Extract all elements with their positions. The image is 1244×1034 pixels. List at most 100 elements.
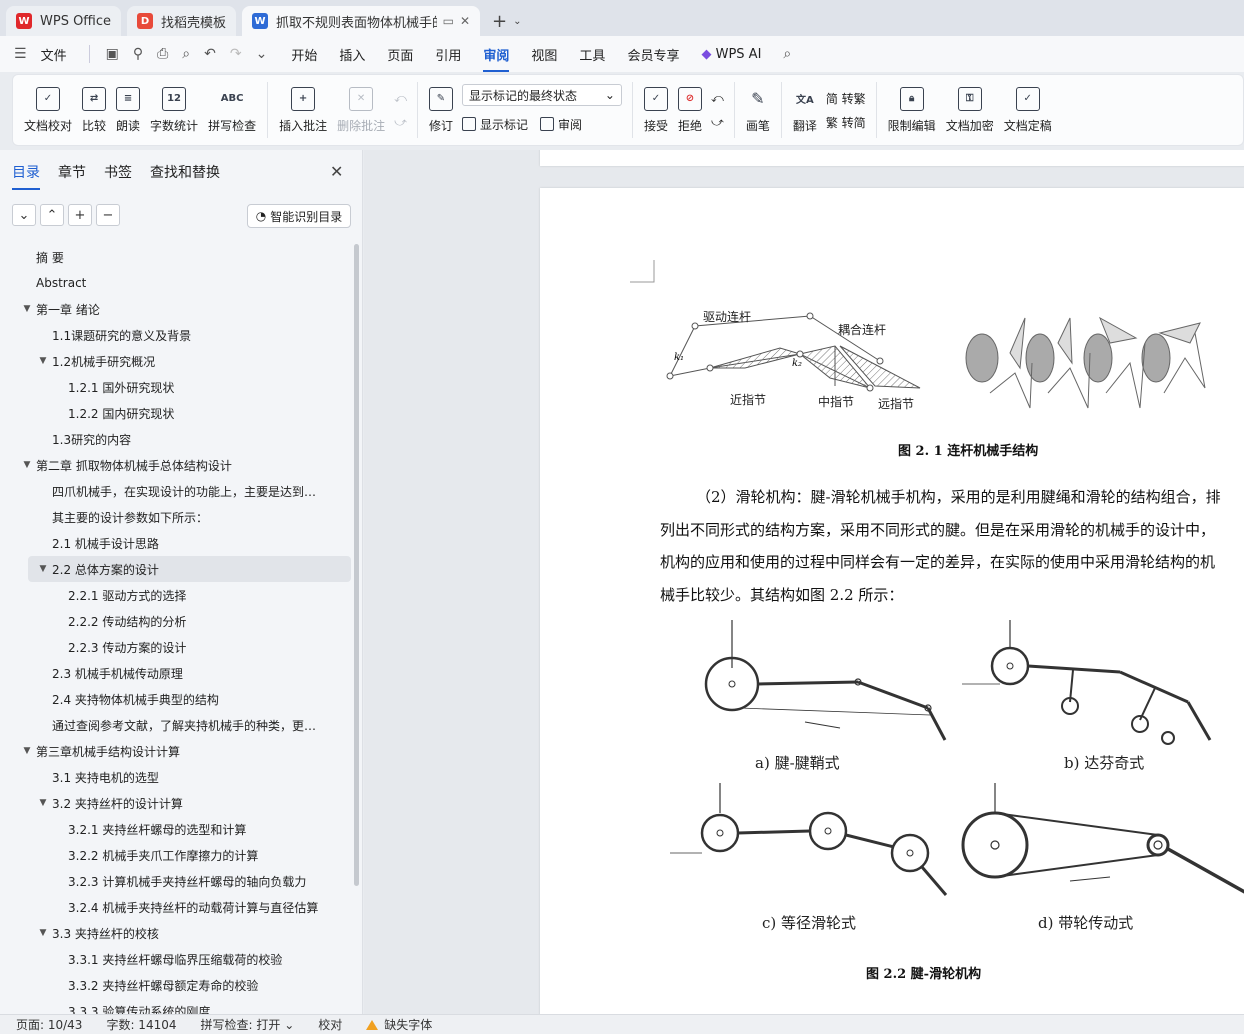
expand-arrow-icon[interactable]: ▼ <box>36 798 50 808</box>
toc-item[interactable]: ▼ 1.2机械手研究概况 <box>0 348 352 374</box>
window-icon[interactable]: ▭ <box>443 14 454 28</box>
toc-item[interactable]: 四爪机械手，在实现设计的功能上，主要是达到夹持... <box>0 478 352 504</box>
toc-item[interactable]: 2.4 夹持物体机械手典型的结构 <box>0 686 352 712</box>
toc-item[interactable]: 3.3.3 验算传动系统的刚度 <box>0 998 352 1015</box>
delete-comment-button[interactable]: ✕ 删除批注 <box>337 80 385 140</box>
share-icon[interactable]: ⚲ <box>133 46 143 62</box>
proofread-button[interactable]: ✓ 文档校对 <box>24 80 72 140</box>
new-tab-button[interactable]: + ⌄ <box>486 6 527 36</box>
page-indicator[interactable]: 页面: 10/43 <box>16 1016 82 1033</box>
insert-comment-button[interactable]: + 插入批注 <box>279 80 327 140</box>
toc-item[interactable]: ▼ 2.2 总体方案的设计 <box>28 556 351 582</box>
menu-wps-ai[interactable]: ◆ WPS AI <box>701 47 761 62</box>
toc-item[interactable]: 2.1 机械手设计思路 <box>0 530 352 556</box>
next-comment-button[interactable]: ⤻ <box>394 110 407 134</box>
more-chevron-icon[interactable]: ⌄ <box>256 46 268 62</box>
toc-item[interactable]: 3.3.1 夹持丝杆螺母临界压缩载荷的校验 <box>0 946 352 972</box>
spell-check-button[interactable]: ABC 拼写检查 <box>208 80 256 140</box>
menu-tools[interactable]: 工具 <box>579 45 605 64</box>
markup-mode-select[interactable]: 显示标记的最终状态 ⌄ <box>461 84 622 106</box>
toc-item[interactable]: 1.2.1 国外研究现状 <box>0 374 352 400</box>
redo-icon[interactable]: ↷ <box>230 46 242 62</box>
toc-item[interactable]: 3.2.3 计算机械手夹持丝杆螺母的轴向负载力 <box>0 868 352 894</box>
toc-item[interactable]: 摘 要 <box>0 244 352 270</box>
menu-hamburger-icon[interactable]: ☰ <box>14 46 27 62</box>
expand-arrow-icon[interactable]: ▼ <box>20 304 34 314</box>
expand-arrow-icon[interactable]: ▼ <box>36 564 50 574</box>
toc-item[interactable]: 3.1 夹持电机的选型 <box>0 764 352 790</box>
toc-item[interactable]: Abstract <box>0 270 352 296</box>
add-heading-icon[interactable]: + <box>68 204 92 226</box>
toc-item[interactable]: 2.2.2 传动结构的分析 <box>0 608 352 634</box>
missing-font-indicator[interactable]: 缺失字体 <box>366 1016 432 1033</box>
previous-comment-button[interactable]: ⤺ <box>394 86 407 110</box>
review-pane-button[interactable]: 审阅 <box>539 112 582 136</box>
encrypt-button[interactable]: ⚿ 文档加密 <box>946 80 994 140</box>
expand-arrow-icon[interactable]: ▼ <box>36 928 50 938</box>
toc-item[interactable]: 3.2.4 机械手夹持丝杆的动载荷计算与直径估算 <box>0 894 352 920</box>
close-icon[interactable]: ✕ <box>330 162 343 181</box>
toc-item[interactable]: 2.3 机械手机械传动原理 <box>0 660 352 686</box>
close-tab-icon[interactable]: ✕ <box>460 14 470 28</box>
search-icon[interactable]: ⌕ <box>783 46 791 62</box>
pen-button[interactable]: ✎ 画笔 <box>746 80 770 140</box>
tab-current-document[interactable]: W 抓取不规则表面物体机械手的设计 ▭ ✕ <box>242 6 481 36</box>
next-change-button[interactable]: ⤻ <box>711 110 724 134</box>
toc-item[interactable]: ▼ 3.2 夹持丝杆的设计计算 <box>0 790 352 816</box>
collapse-up-icon[interactable]: ⌃ <box>40 204 64 226</box>
chevron-down-icon[interactable]: ⌄ <box>513 16 521 27</box>
toc-item[interactable]: 其主要的设计参数如下所示： <box>0 504 352 530</box>
print-icon[interactable]: ⎙ <box>157 46 168 62</box>
toc-item[interactable]: ▼ 第三章机械手结构设计计算 <box>0 738 352 764</box>
expand-arrow-icon[interactable]: ▼ <box>36 356 50 366</box>
to-traditional-button[interactable]: 简 转繁 <box>826 86 866 110</box>
word-count-indicator[interactable]: 字数: 14104 <box>106 1016 176 1033</box>
menu-member[interactable]: 会员专享 <box>627 45 679 64</box>
finalize-button[interactable]: ✓ 文档定稿 <box>1004 80 1052 140</box>
toc-item[interactable]: 3.2.1 夹持丝杆螺母的选型和计算 <box>0 816 352 842</box>
menu-insert[interactable]: 插入 <box>339 45 365 64</box>
menu-reference[interactable]: 引用 <box>435 45 461 64</box>
previous-change-button[interactable]: ⤺ <box>711 86 724 110</box>
toc-item[interactable]: 1.2.2 国内研究现状 <box>0 400 352 426</box>
smart-toc-button[interactable]: ◔ 智能识别目录 <box>247 204 351 228</box>
tab-docer-templates[interactable]: D 找稻壳模板 <box>127 6 237 36</box>
nav-tab-find-replace[interactable]: 查找和替换 <box>150 162 220 190</box>
toc-item[interactable]: 2.2.3 传动方案的设计 <box>0 634 352 660</box>
toc-item[interactable]: ▼ 第二章 抓取物体机械手总体结构设计 <box>0 452 352 478</box>
undo-icon[interactable]: ↶ <box>204 46 216 62</box>
proofread-status[interactable]: 校对 <box>318 1016 342 1033</box>
toc-item[interactable]: 2.2.1 驱动方式的选择 <box>0 582 352 608</box>
remove-heading-icon[interactable]: − <box>96 204 120 226</box>
toc-item[interactable]: 3.3.2 夹持丝杆螺母额定寿命的校验 <box>0 972 352 998</box>
reject-button[interactable]: ⊘ 拒绝 <box>677 80 702 140</box>
menu-start[interactable]: 开始 <box>291 45 317 64</box>
read-aloud-button[interactable]: ≡ 朗读 <box>116 80 140 140</box>
toc-item[interactable]: 1.3研究的内容 <box>0 426 352 452</box>
toc-item[interactable]: ▼ 3.3 夹持丝杆的校核 <box>0 920 352 946</box>
track-changes-button[interactable]: ✎ 修订 <box>428 80 453 140</box>
restrict-edit-button[interactable]: 🔒︎ 限制编辑 <box>888 80 936 140</box>
word-count-button[interactable]: 12 字数统计 <box>150 80 198 140</box>
expand-down-icon[interactable]: ⌄ <box>12 204 36 226</box>
to-simplified-button[interactable]: 繁 转简 <box>826 110 866 134</box>
nav-tab-bookmarks[interactable]: 书签 <box>104 162 132 190</box>
nav-tab-toc[interactable]: 目录 <box>12 162 40 190</box>
menu-view[interactable]: 视图 <box>531 45 557 64</box>
expand-arrow-icon[interactable]: ▼ <box>20 460 34 470</box>
save-icon[interactable]: ▣ <box>106 46 119 62</box>
nav-tab-chapters[interactable]: 章节 <box>58 162 86 190</box>
menu-file[interactable]: 文件 <box>41 45 67 64</box>
translate-button[interactable]: 文A 翻译 <box>793 80 817 140</box>
compare-button[interactable]: ⇄ 比较 <box>82 80 106 140</box>
expand-arrow-icon[interactable]: ▼ <box>20 746 34 756</box>
spell-check-toggle[interactable]: 拼写检查: 打开 ⌄ <box>201 1016 295 1033</box>
show-markup-button[interactable]: 显示标记 <box>461 112 528 136</box>
menu-page[interactable]: 页面 <box>387 45 413 64</box>
toc-item[interactable]: 1.1课题研究的意义及背景 <box>0 322 352 348</box>
tab-wps-office[interactable]: W WPS Office <box>6 6 122 36</box>
accept-button[interactable]: ✓ 接受 <box>643 80 668 140</box>
print-preview-icon[interactable]: ⌕ <box>182 46 190 62</box>
toc-item[interactable]: 3.2.2 机械手夹爪工作摩擦力的计算 <box>0 842 352 868</box>
toc-item[interactable]: 通过查阅参考文献，了解夹持机械手的种类，更好的... <box>0 712 352 738</box>
